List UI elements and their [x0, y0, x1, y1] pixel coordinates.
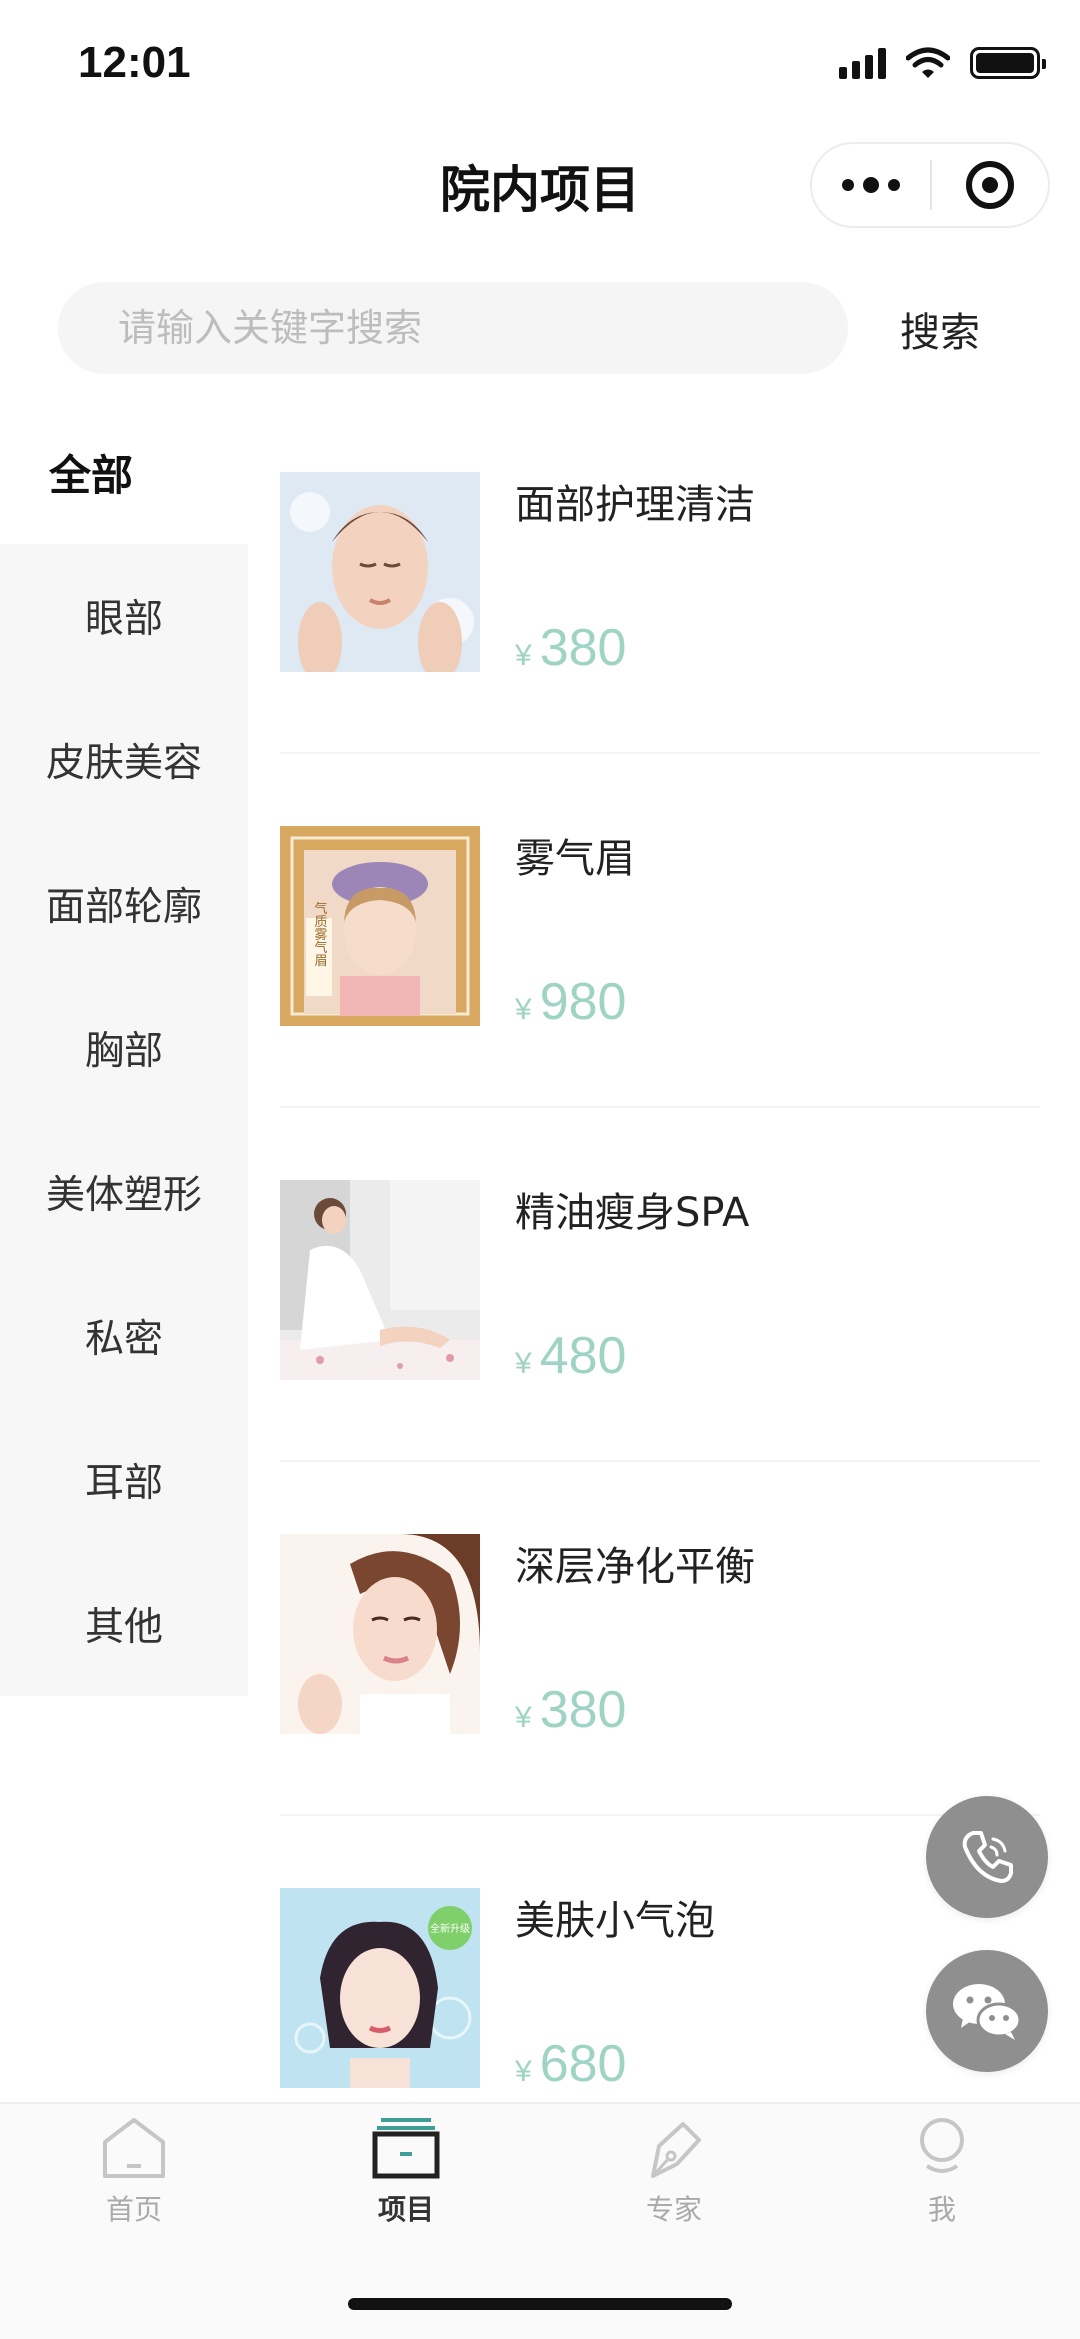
product-name: 雾气眉: [515, 836, 635, 882]
category-label: 私密: [84, 1317, 163, 1362]
phone-icon: [962, 1831, 1013, 1883]
product-list: 面部护理清洁 ¥380 气质雾气眉 雾气眉 ¥980 精油瘦身SPA ¥ 480…: [280, 400, 1040, 2170]
price-value: 480: [539, 1327, 627, 1385]
product-price: ¥380: [515, 1680, 626, 1740]
wechat-icon: [953, 1984, 1022, 2040]
more-menu-button[interactable]: [812, 144, 930, 226]
status-bar: 12:01: [0, 0, 1080, 120]
product-item[interactable]: 气质雾气眉 雾气眉 ¥980: [280, 754, 1040, 1108]
search-input[interactable]: [58, 282, 848, 374]
currency-symbol: ¥: [515, 1701, 532, 1734]
wifi-icon: [906, 47, 950, 78]
thumb-badge-text: 全新升级: [430, 1922, 470, 1935]
product-price: ¥380: [515, 618, 626, 678]
price-value: 380: [539, 1681, 627, 1739]
product-price: ¥680: [515, 2034, 626, 2094]
category-item-face-contour[interactable]: 面部轮廓: [0, 832, 248, 976]
category-item-body-shaping[interactable]: 美体塑形: [0, 1120, 248, 1264]
product-thumbnail: [280, 1180, 480, 1380]
tab-projects[interactable]: 项目: [336, 2116, 476, 2228]
product-thumbnail: 全新升级: [280, 1888, 480, 2088]
category-label: 眼部: [84, 597, 163, 642]
price-value: 380: [539, 619, 627, 677]
price-value: 980: [539, 973, 627, 1031]
product-item[interactable]: 深层净化平衡 ¥380: [280, 1462, 1040, 1816]
product-price: ¥480: [515, 1326, 626, 1386]
search-button[interactable]: 搜索: [900, 300, 980, 358]
call-button[interactable]: [926, 1796, 1048, 1918]
category-item-all[interactable]: 全部: [0, 400, 248, 544]
category-item-skin[interactable]: 皮肤美容: [0, 688, 248, 832]
battery-icon: [970, 47, 1046, 79]
profile-icon: [920, 2118, 964, 2173]
product-name: 美肤小气泡: [515, 1898, 715, 1944]
category-label: 耳部: [84, 1461, 163, 1506]
wechat-button[interactable]: [926, 1950, 1048, 2072]
tab-home[interactable]: 首页: [64, 2116, 204, 2228]
currency-symbol: ¥: [515, 993, 532, 1026]
product-item[interactable]: 精油瘦身SPA ¥480: [280, 1108, 1040, 1462]
currency-symbol: ¥: [515, 1347, 532, 1380]
tab-label: 我: [927, 2193, 956, 2226]
category-sidebar: 全部 眼部 皮肤美容 面部轮廓 胸部 美体塑形 私密 耳部 其他: [0, 400, 248, 1696]
product-name: 精油瘦身SPA: [515, 1190, 750, 1236]
category-item-private[interactable]: 私密: [0, 1264, 248, 1408]
close-mini-program-button[interactable]: [932, 144, 1048, 226]
category-item-eyes[interactable]: 眼部: [0, 544, 248, 688]
thumb-badge-text: 气质雾气眉: [312, 901, 328, 967]
product-name: 深层净化平衡: [515, 1544, 755, 1590]
category-label: 全部: [49, 450, 134, 500]
project-icon: [372, 2118, 440, 2179]
tab-me[interactable]: 我: [872, 2116, 1012, 2228]
tab-label: 项目: [377, 2193, 434, 2226]
product-name: 面部护理清洁: [515, 482, 755, 528]
price-value: 680: [539, 2035, 627, 2093]
product-price: ¥980: [515, 972, 626, 1032]
home-icon: [103, 2118, 165, 2178]
close-target-icon: [965, 161, 1014, 209]
mini-program-capsule: [810, 142, 1050, 228]
category-label: 美体塑形: [45, 1173, 202, 1218]
status-icons: [839, 46, 1046, 80]
product-item[interactable]: 面部护理清洁 ¥380: [280, 400, 1040, 754]
category-label: 胸部: [84, 1029, 163, 1074]
tab-label: 专家: [645, 2193, 702, 2226]
product-thumbnail: 气质雾气眉: [280, 826, 480, 1026]
category-label: 皮肤美容: [45, 741, 202, 786]
pen-icon: [651, 2122, 701, 2178]
currency-symbol: ¥: [515, 639, 532, 672]
category-label: 面部轮廓: [45, 885, 202, 930]
tab-label: 首页: [105, 2193, 162, 2226]
tab-experts[interactable]: 专家: [604, 2116, 744, 2228]
category-item-other[interactable]: 其他: [0, 1552, 248, 1696]
product-thumbnail: [280, 472, 480, 672]
currency-symbol: ¥: [515, 2055, 532, 2088]
category-item-chest[interactable]: 胸部: [0, 976, 248, 1120]
category-label: 其他: [84, 1605, 163, 1650]
status-time: 12:01: [78, 38, 191, 87]
home-indicator: [348, 2298, 732, 2310]
signal-icon: [839, 47, 886, 79]
category-item-ears[interactable]: 耳部: [0, 1408, 248, 1552]
product-thumbnail: [280, 1534, 480, 1734]
